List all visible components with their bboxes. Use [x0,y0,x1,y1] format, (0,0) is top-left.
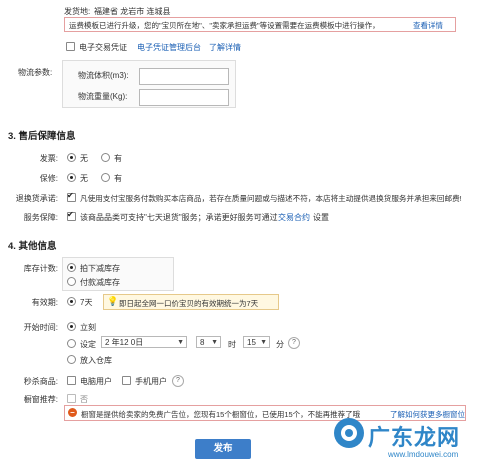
evoucher-label: 电子交易凭证 [79,43,127,52]
publish-button[interactable]: 发布 [195,439,251,459]
chevron-down-icon: ▼ [177,339,184,346]
flash-pc-label: 电脑用户 [80,377,112,386]
weight-input[interactable] [139,89,229,106]
evoucher-admin-link[interactable]: 电子凭证管理后台 [137,42,201,53]
window-notice-text: 橱窗是提供给卖家的免费广告位，您现有15个橱窗位，已使用15个，不能再推荐了哦 [81,410,361,419]
help-icon[interactable]: ? [172,375,184,387]
service-text: 该商品品类可支持"七天退货"服务；承诺更好服务可通过 [80,213,278,222]
chevron-down-icon: ▼ [260,339,267,346]
logistics-label: 物流参数: [18,68,53,77]
other-info-section-title: 4. 其他信息 [8,241,57,252]
hour-value: 8 [200,338,205,347]
start-now-label: 立刻 [80,323,96,332]
stock-on-payment-label: 付款减库存 [80,278,120,287]
warranty-label: 保修: [39,174,58,183]
watermark-url: www.lmdouwei.com [388,450,459,459]
return-promise-text: 凡使用支付宝服务付款购买本店商品，若存在质量问题或与描述不符，本店将主动提供退换… [80,194,462,203]
date-value: 2 年12 0日 [105,338,144,347]
watermark-logo-icon [334,418,364,448]
start-store-radio[interactable] [67,355,76,364]
after-sales-section-title: 3. 售后保障信息 [8,131,76,142]
stock-on-order-radio[interactable] [67,263,76,272]
notice-details-link[interactable]: 查看详情 [413,20,443,31]
minute-select[interactable]: 15 ▼ [243,336,270,348]
origin-label: 发货地: [64,7,91,16]
warranty-no-radio[interactable] [67,173,76,182]
flash-sale-label: 秒杀商品: [23,377,58,386]
stock-label: 库存计数: [23,264,58,273]
flash-pc-checkbox[interactable] [67,376,76,385]
template-upgrade-notice: 运费模板已进行升级，您的"宝贝所在地"、"卖家承担运费"等设置需要在运费模板中进… [64,17,456,32]
validity-value: 7天 [80,298,93,307]
invoice-yes-radio[interactable] [101,153,110,162]
start-set-label: 设定 [80,340,96,349]
validity-label: 有效期: [31,298,58,307]
minute-unit: 分 [276,340,284,349]
start-now-radio[interactable] [67,322,76,331]
invoice-no-label: 无 [80,154,88,163]
service-tail: 设置 [313,213,329,222]
warranty-no-label: 无 [80,174,88,183]
validity-tip-text: 即日起全网一口价宝贝的有效期统一为7天 [119,299,259,308]
volume-input[interactable] [139,68,229,85]
return-promise-checkbox[interactable] [67,191,76,202]
weight-label: 物流重量(Kg): [78,92,128,101]
volume-label: 物流体积(m3): [78,71,129,80]
window-recommend-label: 橱窗推荐: [23,395,58,404]
stock-on-order-label: 拍下减库存 [80,264,120,273]
start-time-label: 开始时间: [23,323,58,332]
start-set-radio[interactable] [67,339,76,348]
validity-tip: 💡 即日起全网一口价宝贝的有效期统一为7天 [103,294,279,310]
hour-unit: 时 [228,340,236,349]
minute-value: 15 [247,338,256,347]
watermark-title: 广东龙网 [368,425,461,450]
stock-on-payment-radio[interactable] [67,277,76,286]
flash-mobile-checkbox[interactable] [122,376,131,385]
date-select[interactable]: 2 年12 0日 ▼ [101,336,187,348]
chevron-down-icon: ▼ [211,339,218,346]
evoucher-more-link[interactable]: 了解详情 [209,42,241,53]
warranty-yes-label: 有 [114,174,122,183]
window-recommend-checkbox[interactable] [67,394,76,403]
hour-select[interactable]: 8 ▼ [196,336,221,348]
start-store-label: 放入仓库 [80,356,112,365]
return-label: 退换货承诺: [15,194,58,203]
window-notice: – 橱窗是提供给卖家的免费广告位，您现有15个橱窗位，已使用15个，不能再推荐了… [64,405,466,421]
window-more-link[interactable]: 了解如何获更多橱窗位 [390,409,465,420]
notice-text: 运费模板已进行升级，您的"宝贝所在地"、"卖家承担运费"等设置需要在运费模板中进… [69,21,380,30]
lightbulb-icon: 💡 [107,296,119,306]
evoucher-checkbox[interactable] [66,42,75,51]
trade-contract-link[interactable]: 交易合约 [278,212,310,223]
validity-radio[interactable] [67,297,76,306]
origin-value: 福建省 龙岩市 连城县 [94,7,171,16]
service-guarantee-checkbox[interactable] [67,210,76,221]
invoice-no-radio[interactable] [67,153,76,162]
invoice-yes-label: 有 [114,154,122,163]
help-icon[interactable]: ? [288,337,300,349]
service-label: 服务保障: [23,213,58,222]
warranty-yes-radio[interactable] [101,173,110,182]
flash-mobile-label: 手机用户 [135,377,167,386]
window-no-label: 否 [80,395,88,404]
invoice-label: 发票: [39,154,58,163]
warning-icon: – [68,408,77,417]
